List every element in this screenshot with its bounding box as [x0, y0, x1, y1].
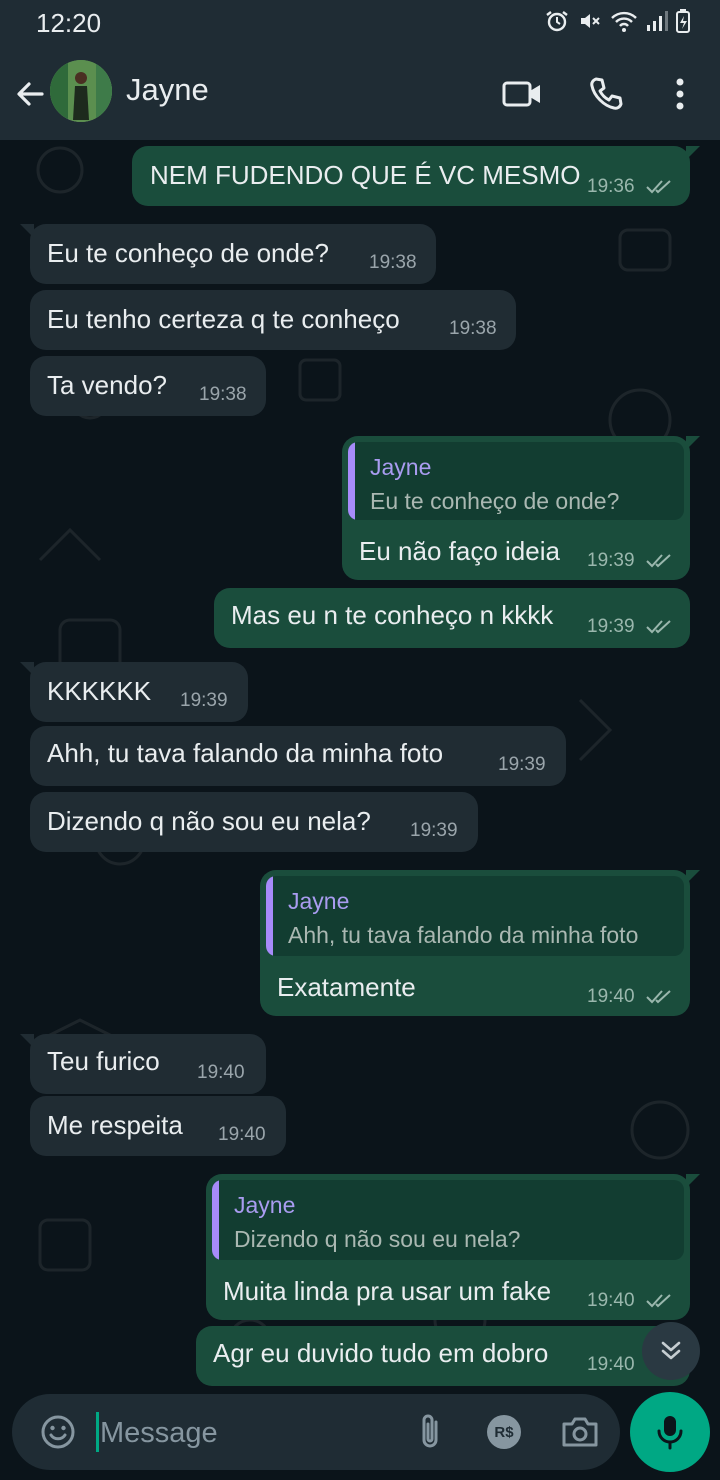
attach-icon: [422, 1414, 438, 1448]
message-time: 19:38: [449, 318, 497, 339]
message-input[interactable]: [98, 1408, 402, 1458]
more-options-button[interactable]: [652, 66, 708, 122]
read-ticks-icon: [646, 1294, 671, 1308]
quote-text: Ahh, tu tava falando da minha foto: [288, 922, 639, 948]
message-text: Me respeita: [47, 1110, 183, 1140]
message-time: 19:40: [587, 1290, 635, 1311]
battery-icon: [676, 9, 690, 33]
quoted-message[interactable]: Jayne Eu te conheço de onde?: [348, 442, 684, 520]
message-text: Dizendo q não sou eu nela?: [47, 806, 371, 836]
message-time: 19:38: [369, 252, 417, 273]
message-bubble-outgoing[interactable]: Agr eu duvido tudo em dobro 19:40: [196, 1326, 690, 1386]
read-ticks-icon: [646, 620, 671, 634]
message-bubble-incoming[interactable]: Ahh, tu tava falando da minha foto 19:39: [30, 726, 566, 786]
message-text: KKKKKK: [47, 676, 152, 706]
quoted-message[interactable]: Jayne Ahh, tu tava falando da minha foto: [266, 876, 684, 956]
message-time: 19:39: [587, 616, 635, 637]
phone-icon: [590, 77, 623, 110]
read-ticks-icon: [646, 554, 671, 568]
message-bubble-incoming[interactable]: Eu tenho certeza q te conheço 19:38: [30, 290, 516, 350]
message-text: Exatamente: [277, 972, 416, 1002]
message-bubble-outgoing-reply[interactable]: Jayne Ahh, tu tava falando da minha foto…: [260, 870, 700, 1016]
back-arrow-icon: [17, 82, 44, 106]
quoted-message[interactable]: Jayne Dizendo q não sou eu nela?: [212, 1180, 684, 1260]
compose-pill: R$: [12, 1394, 620, 1470]
alarm-icon: [546, 11, 568, 32]
contact-avatar[interactable]: [50, 60, 112, 122]
message-text: NEM FUDENDO QUE É VC MESMO: [150, 160, 581, 190]
payment-button[interactable]: R$: [482, 1410, 526, 1454]
more-vert-icon: [676, 78, 684, 110]
compose-bar: R$: [0, 1390, 720, 1480]
message-time: 19:40: [587, 986, 635, 1007]
emoji-button[interactable]: [36, 1410, 80, 1454]
quote-bar: [266, 876, 273, 956]
quote-author: Jayne: [370, 454, 432, 480]
message-time: 19:40: [197, 1062, 245, 1083]
quote-text: Dizendo q não sou eu nela?: [234, 1226, 521, 1252]
message-bubble-outgoing[interactable]: NEM FUDENDO QUE É VC MESMO 19:36: [132, 146, 700, 206]
message-text: Agr eu duvido tudo em dobro: [213, 1338, 549, 1368]
quote-author: Jayne: [234, 1192, 296, 1218]
message-bubble-outgoing-reply[interactable]: Jayne Eu te conheço de onde? Eu não faço…: [342, 436, 700, 580]
message-bubble-incoming[interactable]: Dizendo q não sou eu nela? 19:39: [30, 792, 478, 852]
message-time: 19:40: [587, 1354, 635, 1375]
message-bubble-incoming[interactable]: Me respeita 19:40: [30, 1096, 286, 1156]
message-text: Eu te conheço de onde?: [47, 238, 329, 268]
read-ticks-icon: [646, 180, 671, 194]
emoji-icon: [41, 1415, 75, 1449]
quote-text: Eu te conheço de onde?: [370, 488, 620, 514]
message-text: Teu furico: [47, 1046, 160, 1076]
message-time: 19:36: [587, 176, 635, 197]
status-time: 12:20: [36, 8, 102, 38]
status-bar: 12:20: [0, 0, 720, 48]
chat-area[interactable]: NEM FUDENDO QUE É VC MESMO 19:36 Eu te c…: [0, 140, 720, 1390]
message-text: Eu não faço ideia: [359, 536, 560, 566]
message-time: 19:40: [218, 1124, 266, 1145]
message-bubble-incoming[interactable]: Eu te conheço de onde? 19:38: [20, 224, 436, 284]
quote-author: Jayne: [288, 888, 350, 914]
avatar-image: [50, 60, 112, 122]
message-time: 19:39: [587, 550, 635, 571]
message-time: 19:39: [498, 754, 546, 775]
message-text: Ahh, tu tava falando da minha foto: [47, 738, 444, 768]
attach-button[interactable]: [408, 1410, 452, 1454]
payment-icon: R$: [487, 1415, 521, 1449]
status-icons: [544, 9, 690, 33]
message-time: 19:38: [199, 384, 247, 405]
message-bubble-outgoing[interactable]: Mas eu n te conheço n kkkk 19:39: [214, 588, 690, 648]
signal-icon: [647, 11, 668, 31]
read-ticks-icon: [646, 990, 671, 1004]
message-bubble-incoming[interactable]: Teu furico 19:40: [20, 1034, 266, 1094]
message-bubble-outgoing-reply[interactable]: Jayne Dizendo q não sou eu nela? Muita l…: [206, 1174, 700, 1320]
message-text: Muita linda pra usar um fake: [223, 1276, 552, 1306]
contact-name[interactable]: Jayne: [126, 72, 209, 108]
voice-message-button[interactable]: [630, 1392, 710, 1472]
message-text: Eu tenho certeza q te conheço: [47, 304, 400, 334]
chevron-double-down-icon: [661, 1341, 681, 1360]
scroll-to-bottom-button[interactable]: [642, 1322, 700, 1380]
chat-header: Jayne: [0, 48, 720, 140]
message-bubble-incoming[interactable]: Ta vendo? 19:38: [30, 356, 266, 416]
quote-bar: [212, 1180, 219, 1260]
wifi-icon: [611, 11, 637, 32]
mute-icon: [581, 14, 600, 28]
message-text: Mas eu n te conheço n kkkk: [231, 600, 554, 630]
message-time: 19:39: [180, 690, 228, 711]
message-time: 19:39: [410, 820, 458, 841]
quote-bar: [348, 442, 355, 520]
message-text: Ta vendo?: [47, 370, 167, 400]
mic-icon: [657, 1416, 683, 1450]
video-call-button[interactable]: [494, 66, 550, 122]
camera-button[interactable]: [558, 1410, 602, 1454]
voice-call-button[interactable]: [578, 66, 634, 122]
video-call-icon: [502, 81, 540, 107]
camera-icon: [562, 1417, 598, 1447]
message-bubble-incoming[interactable]: KKKKKK 19:39: [20, 662, 248, 722]
